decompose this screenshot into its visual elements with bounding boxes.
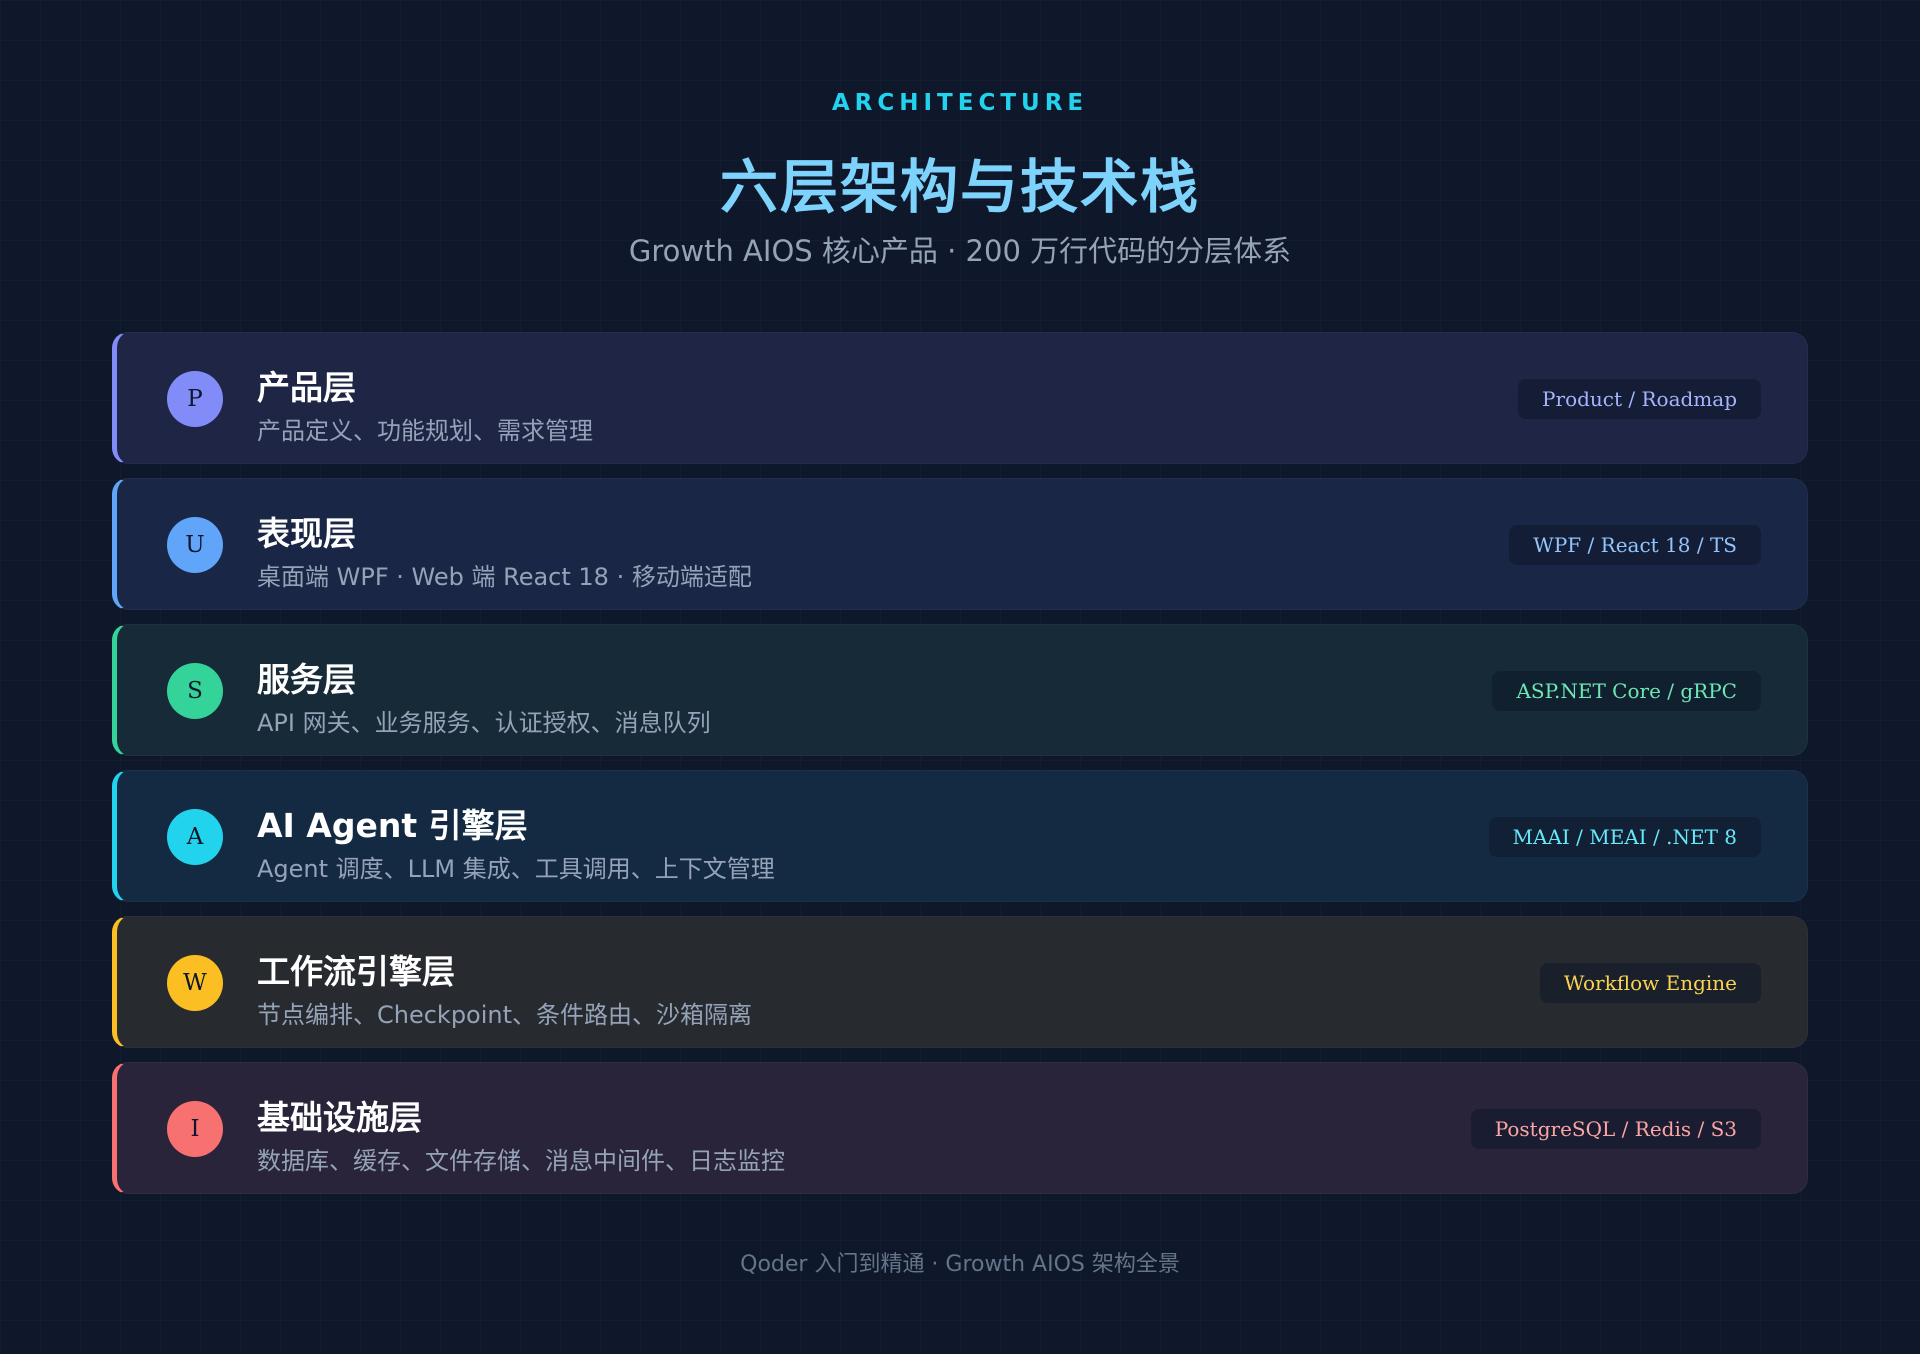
tech-stack-tag: MAAI / MEAI / .NET 8 [1488,817,1761,857]
page-subtitle: Growth AIOS 核心产品 · 200 万行代码的分层体系 [628,234,1292,268]
section-eyebrow: ARCHITECTURE [831,90,1089,116]
layer-title: 表现层 [257,514,356,553]
layer-description: 桌面端 WPF · Web 端 React 18 · 移动端适配 [257,563,752,591]
layer-description: 产品定义、功能规划、需求管理 [257,417,593,445]
layer-title: 工作流引擎层 [257,952,455,991]
layer-description: 数据库、缓存、文件存储、消息中间件、日志监控 [257,1147,785,1175]
layer-badge-icon: U [167,517,223,573]
tech-stack-tag: Product / Roadmap [1518,379,1761,419]
tech-stack-tag: Workflow Engine [1539,963,1761,1003]
layer-product: P 产品层 产品定义、功能规划、需求管理 Product / Roadmap [112,332,1808,464]
layer-presentation: U 表现层 桌面端 WPF · Web 端 React 18 · 移动端适配 W… [112,478,1808,610]
layer-title: 服务层 [257,660,356,699]
layer-badge-icon: W [167,955,223,1011]
layer-description: Agent 调度、LLM 集成、工具调用、上下文管理 [257,855,775,883]
layer-badge-icon: S [167,663,223,719]
layer-ai-agent-engine: A AI Agent 引擎层 Agent 调度、LLM 集成、工具调用、上下文管… [112,770,1808,902]
tech-stack-tag: PostgreSQL / Redis / S3 [1470,1109,1761,1149]
layer-service: S 服务层 API 网关、业务服务、认证授权、消息队列 ASP.NET Core… [112,624,1808,756]
layer-infrastructure: I 基础设施层 数据库、缓存、文件存储、消息中间件、日志监控 PostgreSQ… [112,1062,1808,1194]
page-footer: Qoder 入门到精通 · Growth AIOS 架构全景 [740,1252,1180,1277]
page-title: 六层架构与技术栈 [719,153,1200,221]
layer-title: 基础设施层 [257,1098,422,1137]
tech-stack-tag: WPF / React 18 / TS [1509,525,1761,565]
tech-stack-tag: ASP.NET Core / gRPC [1492,671,1761,711]
layer-title: 产品层 [257,368,356,407]
architecture-page: ARCHITECTURE 六层架构与技术栈 Growth AIOS 核心产品 ·… [0,0,1920,1354]
layer-badge-icon: P [167,371,223,427]
layer-title: AI Agent 引擎层 [257,806,528,845]
layer-description: API 网关、业务服务、认证授权、消息队列 [257,709,711,737]
layer-workflow-engine: W 工作流引擎层 节点编排、Checkpoint、条件路由、沙箱隔离 Workf… [112,916,1808,1048]
layer-stack: P 产品层 产品定义、功能规划、需求管理 Product / Roadmap U… [112,332,1808,1208]
layer-badge-icon: A [167,809,223,865]
layer-badge-icon: I [167,1101,223,1157]
layer-description: 节点编排、Checkpoint、条件路由、沙箱隔离 [257,1001,753,1029]
